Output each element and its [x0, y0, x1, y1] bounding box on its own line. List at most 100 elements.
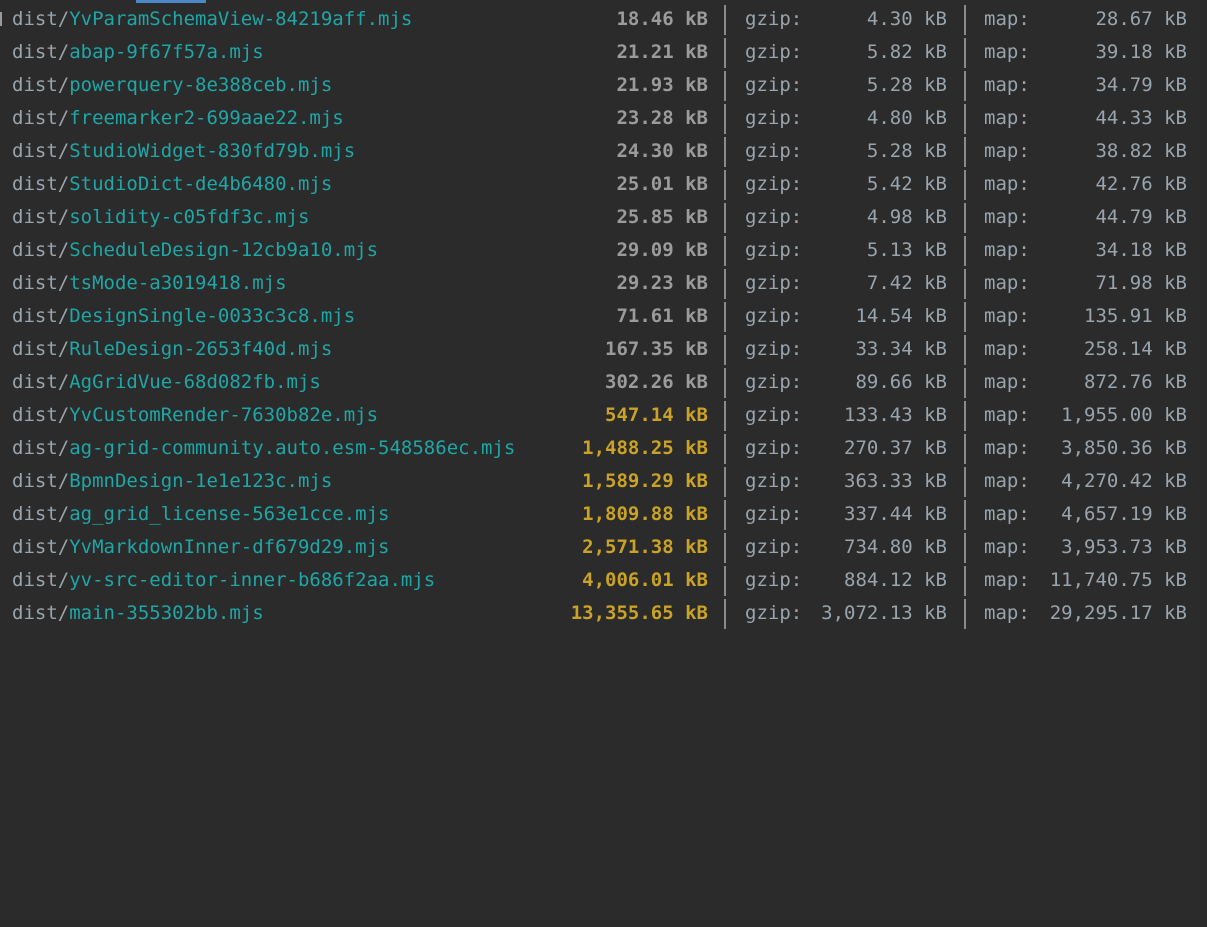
file-name: solidity-c05fdf3c.mjs	[69, 206, 310, 228]
file-name: yv-src-editor-inner-b686f2aa.mjs	[69, 569, 436, 591]
column-separator	[964, 533, 966, 563]
bundle-size: 18.46 kB	[616, 8, 708, 30]
file-path[interactable]: dist/StudioWidget-830fd79b.mjs	[12, 135, 355, 168]
column-separator	[724, 38, 726, 68]
bundle-size: 21.93 kB	[616, 74, 708, 96]
gzip-size: 5.82 kB	[866, 41, 947, 63]
column-separator	[964, 434, 966, 464]
file-name: RuleDesign-2653f40d.mjs	[69, 338, 333, 360]
file-name: DesignSingle-0033c3c8.mjs	[69, 305, 356, 327]
dir-prefix: dist/	[12, 173, 70, 195]
bundle-size: 1,488.25 kB	[582, 437, 708, 459]
file-path[interactable]: dist/StudioDict-de4b6480.mjs	[12, 168, 332, 201]
output-row: dist/freemarker2-699aae22.mjs 23.28 kB g…	[0, 102, 1207, 135]
gzip-size: 14.54 kB	[855, 305, 947, 327]
gzip-label: gzip:	[745, 239, 803, 261]
file-path[interactable]: dist/ag-grid-community.auto.esm-548586ec…	[12, 432, 515, 465]
output-row: dist/YvCustomRender-7630b82e.mjs 547.14 …	[0, 399, 1207, 432]
column-separator	[724, 104, 726, 134]
map-label: map:	[984, 74, 1030, 96]
gzip-size: 3,072.13 kB	[821, 602, 947, 624]
file-path[interactable]: dist/powerquery-8e388ceb.mjs	[12, 69, 332, 102]
output-row: dist/abap-9f67f57a.mjs 21.21 kB gzip: 5.…	[0, 36, 1207, 69]
output-row: dist/solidity-c05fdf3c.mjs 25.85 kB gzip…	[0, 201, 1207, 234]
gzip-label: gzip:	[745, 470, 803, 492]
dir-prefix: dist/	[12, 536, 70, 558]
output-row: dist/yv-src-editor-inner-b686f2aa.mjs 4,…	[0, 564, 1207, 597]
bundle-size: 302.26 kB	[605, 371, 708, 393]
map-size: 4,657.19 kB	[1061, 503, 1187, 525]
file-path[interactable]: dist/ag_grid_license-563e1cce.mjs	[12, 498, 390, 531]
gzip-size: 7.42 kB	[866, 272, 947, 294]
dir-prefix: dist/	[12, 470, 70, 492]
dir-prefix: dist/	[12, 404, 70, 426]
bundle-size: 1,809.88 kB	[582, 503, 708, 525]
file-path[interactable]: dist/yv-src-editor-inner-b686f2aa.mjs	[12, 564, 435, 597]
file-name: AgGridVue-68d082fb.mjs	[69, 371, 321, 393]
gzip-size: 337.44 kB	[844, 503, 947, 525]
bundle-size: 71.61 kB	[616, 305, 708, 327]
file-path[interactable]: dist/freemarker2-699aae22.mjs	[12, 102, 344, 135]
column-separator	[724, 269, 726, 299]
map-size: 44.79 kB	[1095, 206, 1187, 228]
column-separator	[964, 368, 966, 398]
output-row: dist/tsMode-a3019418.mjs 29.23 kB gzip: …	[0, 267, 1207, 300]
map-label: map:	[984, 206, 1030, 228]
dir-prefix: dist/	[12, 74, 70, 96]
bundle-size: 23.28 kB	[616, 107, 708, 129]
map-label: map:	[984, 173, 1030, 195]
gzip-label: gzip:	[745, 503, 803, 525]
gzip-size: 5.13 kB	[866, 239, 947, 261]
gzip-label: gzip:	[745, 404, 803, 426]
column-separator	[964, 137, 966, 167]
file-path[interactable]: dist/DesignSingle-0033c3c8.mjs	[12, 300, 355, 333]
file-path[interactable]: dist/abap-9f67f57a.mjs	[12, 36, 264, 69]
file-path[interactable]: dist/AgGridVue-68d082fb.mjs	[12, 366, 321, 399]
output-row: dist/ag_grid_license-563e1cce.mjs 1,809.…	[0, 498, 1207, 531]
file-path[interactable]: dist/YvParamSchemaView-84219aff.mjs	[12, 3, 412, 36]
column-separator	[964, 104, 966, 134]
gzip-size: 4.30 kB	[866, 8, 947, 30]
column-separator	[724, 137, 726, 167]
gzip-size: 734.80 kB	[844, 536, 947, 558]
dir-prefix: dist/	[12, 503, 70, 525]
column-separator	[964, 566, 966, 596]
map-label: map:	[984, 107, 1030, 129]
file-path[interactable]: dist/YvMarkdownInner-df679d29.mjs	[12, 531, 390, 564]
output-row: dist/BpmnDesign-1e1e123c.mjs 1,589.29 kB…	[0, 465, 1207, 498]
file-name: YvParamSchemaView-84219aff.mjs	[69, 8, 413, 30]
file-path[interactable]: dist/ScheduleDesign-12cb9a10.mjs	[12, 234, 378, 267]
gzip-label: gzip:	[745, 338, 803, 360]
file-path[interactable]: dist/RuleDesign-2653f40d.mjs	[12, 333, 332, 366]
output-row: dist/ag-grid-community.auto.esm-548586ec…	[0, 432, 1207, 465]
output-row: dist/StudioDict-de4b6480.mjs 25.01 kB gz…	[0, 168, 1207, 201]
build-output-list: dist/YvParamSchemaView-84219aff.mjs 18.4…	[0, 3, 1207, 630]
file-path[interactable]: dist/BpmnDesign-1e1e123c.mjs	[12, 465, 332, 498]
map-size: 135.91 kB	[1084, 305, 1187, 327]
gzip-label: gzip:	[745, 437, 803, 459]
gzip-size: 5.28 kB	[866, 74, 947, 96]
file-path[interactable]: dist/main-355302bb.mjs	[12, 597, 264, 630]
map-size: 29,295.17 kB	[1049, 602, 1187, 624]
map-size: 872.76 kB	[1084, 371, 1187, 393]
column-separator	[964, 269, 966, 299]
column-separator	[964, 170, 966, 200]
bundle-size: 24.30 kB	[616, 140, 708, 162]
output-row: dist/main-355302bb.mjs 13,355.65 kB gzip…	[0, 597, 1207, 630]
column-separator	[964, 401, 966, 431]
gzip-size: 89.66 kB	[855, 371, 947, 393]
file-name: freemarker2-699aae22.mjs	[69, 107, 344, 129]
column-separator	[724, 467, 726, 497]
column-separator	[724, 599, 726, 629]
file-path[interactable]: dist/YvCustomRender-7630b82e.mjs	[12, 399, 378, 432]
dir-prefix: dist/	[12, 338, 70, 360]
dir-prefix: dist/	[12, 437, 70, 459]
file-path[interactable]: dist/tsMode-a3019418.mjs	[12, 267, 287, 300]
column-separator	[964, 302, 966, 332]
file-path[interactable]: dist/solidity-c05fdf3c.mjs	[12, 201, 309, 234]
column-separator	[724, 368, 726, 398]
file-name: abap-9f67f57a.mjs	[69, 41, 264, 63]
map-size: 28.67 kB	[1095, 8, 1187, 30]
file-name: StudioDict-de4b6480.mjs	[69, 173, 333, 195]
gzip-size: 363.33 kB	[844, 470, 947, 492]
